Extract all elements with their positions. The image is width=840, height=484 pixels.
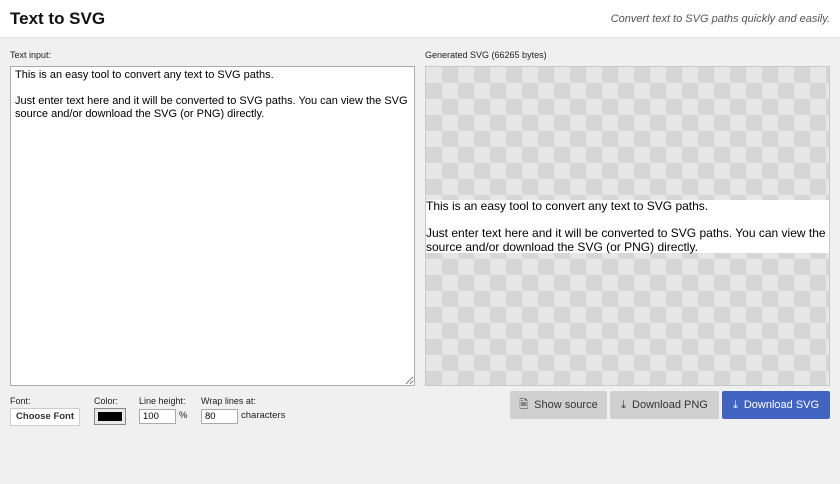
font-label: Font: — [10, 396, 31, 406]
download-svg-button[interactable]: ⤓ Download SVG — [722, 391, 830, 419]
color-label: Color: — [94, 396, 119, 406]
page-title: Text to SVG — [10, 9, 106, 28]
line-height-input[interactable] — [139, 409, 176, 424]
color-picker[interactable] — [94, 408, 126, 425]
show-source-button[interactable]: 🗎 Show source — [510, 391, 607, 419]
download-png-button[interactable]: ⤓ Download PNG — [610, 391, 719, 419]
color-swatch — [98, 412, 122, 421]
wrap-label: Wrap lines at: — [201, 396, 256, 406]
header: Text to SVG Convert text to SVG paths qu… — [0, 0, 840, 38]
choose-font-button[interactable]: Choose Font — [10, 408, 80, 426]
download-png-label: Download PNG — [632, 399, 708, 411]
line-height-unit: % — [179, 410, 188, 421]
tagline: Convert text to SVG paths quickly and ea… — [610, 13, 830, 25]
line-height-label: Line height: — [139, 396, 186, 406]
text-input-label: Text input: — [10, 50, 52, 60]
svg-preview: This is an easy tool to convert any text… — [425, 66, 830, 386]
download-svg-label: Download SVG — [743, 399, 820, 411]
wrap-input[interactable] — [201, 409, 238, 424]
generated-svg-label: Generated SVG (66265 bytes) — [425, 50, 547, 60]
download-icon: ⤓ — [732, 398, 738, 411]
text-input[interactable]: This is an easy tool to convert any text… — [10, 66, 415, 386]
download-icon: ⤓ — [621, 398, 627, 411]
wrap-unit: characters — [241, 410, 286, 421]
show-source-label: Show source — [534, 399, 598, 411]
svg-rendered-text: This is an easy tool to convert any text… — [426, 199, 829, 254]
file-icon: 🗎 — [519, 398, 529, 411]
